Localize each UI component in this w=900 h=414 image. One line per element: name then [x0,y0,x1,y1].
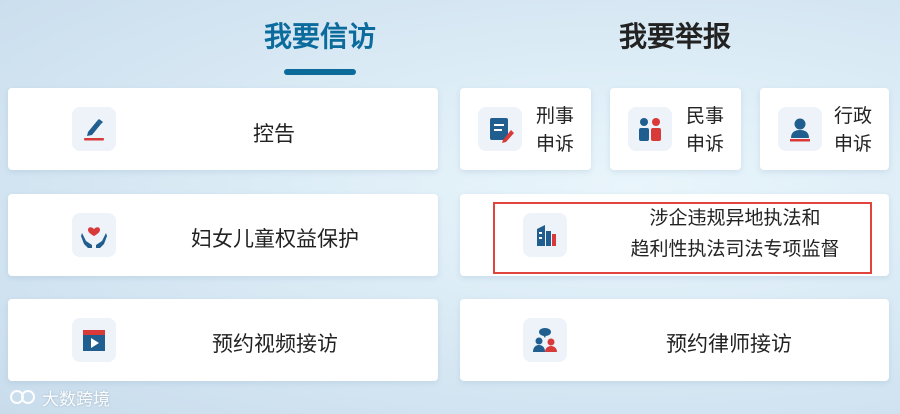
card-lawyer-appointment-label: 预约律师接访 [666,332,792,356]
civil-appeal-label-line1: 民事 [686,105,725,127]
heart-hands-icon [72,213,116,257]
administrative-appeal-label-line1: 行政 [834,105,873,127]
card-criminal-appeal[interactable]: 刑事 申诉 [460,88,591,170]
card-women-children-rights-label: 妇女儿童权益保护 [191,227,359,251]
special-supervision-label-line1: 涉企违规异地执法和 [649,207,821,229]
video-icon [72,318,116,362]
watermark-text: 大数跨境 [42,389,110,410]
card-lawyer-appointment[interactable]: 预约律师接访 [460,299,889,381]
card-complaint-label: 控告 [253,122,295,146]
administrative-appeal-label-line2: 申诉 [834,133,873,155]
active-tab-underline [284,69,356,75]
card-special-supervision[interactable]: 涉企违规异地执法和 趋利性执法司法专项监督 [460,194,889,276]
document-edit-icon [478,107,522,151]
card-video-appointment-label: 预约视频接访 [212,332,338,356]
criminal-appeal-label-line2: 申诉 [536,133,575,155]
watermark-logo-icon [10,390,35,404]
watermark: 大数跨境 [8,384,110,410]
person-bust-icon [778,107,822,151]
tab-report[interactable]: 我要举报 [575,14,775,60]
tab-letters-visits[interactable]: 我要信访 [220,14,420,60]
card-women-children-rights[interactable]: 妇女儿童权益保护 [8,194,438,276]
card-complaint[interactable]: 控告 [8,88,438,170]
card-administrative-appeal[interactable]: 行政 申诉 [760,88,889,170]
special-supervision-label-line2: 趋利性执法司法专项监督 [630,238,840,260]
pencil-edit-icon [72,107,116,151]
building-chart-icon [523,213,567,257]
card-civil-appeal[interactable]: 民事 申诉 [610,88,741,170]
lawyer-chat-icon [523,318,567,362]
card-video-appointment[interactable]: 预约视频接访 [8,299,438,381]
two-people-icon [628,107,672,151]
civil-appeal-label-line2: 申诉 [686,133,725,155]
criminal-appeal-label-line1: 刑事 [536,105,575,127]
